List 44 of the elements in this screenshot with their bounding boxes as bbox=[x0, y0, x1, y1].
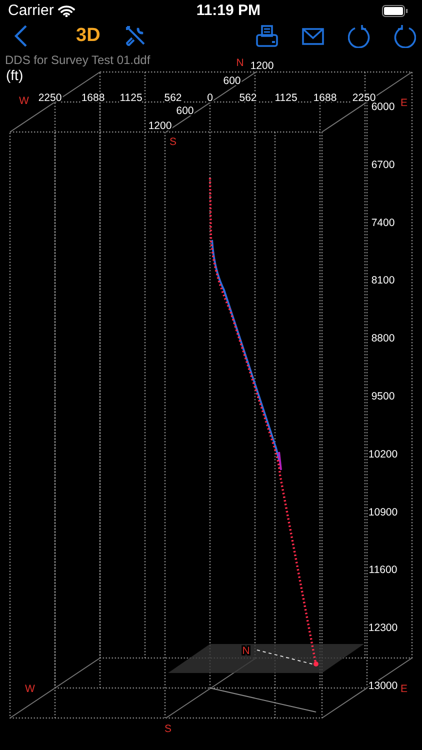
depth-label: 9500 bbox=[371, 390, 395, 402]
compass-label: W bbox=[19, 95, 29, 107]
compass-label: N bbox=[236, 57, 244, 69]
depth-label: 10200 bbox=[368, 448, 398, 460]
axis-tick-label: 1200 bbox=[148, 120, 172, 132]
depth-label: 10900 bbox=[368, 506, 398, 518]
file-name: DDS for Survey Test 01.ddf bbox=[5, 53, 150, 67]
battery-icon bbox=[382, 5, 408, 17]
depth-label: 12300 bbox=[368, 622, 398, 634]
axis-tick-label: 562 bbox=[239, 92, 257, 104]
axis-tick-label: 2250 bbox=[38, 92, 62, 104]
wifi-icon bbox=[58, 5, 75, 17]
depth-label: 8800 bbox=[371, 332, 395, 345]
axis-tick-label: 1688 bbox=[81, 92, 105, 104]
axis-tick-label: 2250 bbox=[352, 92, 376, 104]
axis-tick-label: 1688 bbox=[313, 92, 337, 104]
depth-label: 6000 bbox=[371, 101, 395, 113]
compass-label: N bbox=[242, 645, 250, 657]
axis-tick-label: 0 bbox=[207, 92, 213, 104]
compass-label: E bbox=[400, 683, 408, 695]
axis-tick-label: 1125 bbox=[274, 92, 298, 104]
clock-time: 11:19 PM bbox=[196, 0, 261, 21]
mode-toggle[interactable]: 3D bbox=[76, 22, 100, 50]
depth-label: 7400 bbox=[371, 216, 395, 229]
axis-tick-label: 1200 bbox=[250, 60, 274, 72]
compass-label: S bbox=[164, 723, 172, 735]
compass-label: S bbox=[170, 136, 176, 148]
depth-label: 8100 bbox=[371, 274, 395, 287]
print-button[interactable] bbox=[256, 25, 278, 47]
axis-tick-label: 1125 bbox=[120, 92, 142, 104]
axis-tick-label: 562 bbox=[164, 92, 182, 104]
depth-label: 6700 bbox=[371, 158, 395, 171]
depth-label: 13000 bbox=[368, 680, 398, 692]
rotate-button[interactable] bbox=[394, 24, 416, 48]
carrier-name: Carrier bbox=[8, 0, 54, 21]
axis-tick-label: 600 bbox=[176, 105, 194, 117]
mail-button[interactable] bbox=[302, 28, 324, 44]
compass-label: E bbox=[400, 97, 408, 109]
rotate-button[interactable] bbox=[348, 24, 370, 48]
back-button[interactable] bbox=[14, 24, 28, 48]
axis-tick-label: 600 bbox=[223, 75, 241, 87]
compass-label: W bbox=[25, 683, 35, 695]
depth-label: 11600 bbox=[368, 564, 398, 576]
unit-label: (ft) bbox=[6, 67, 24, 83]
